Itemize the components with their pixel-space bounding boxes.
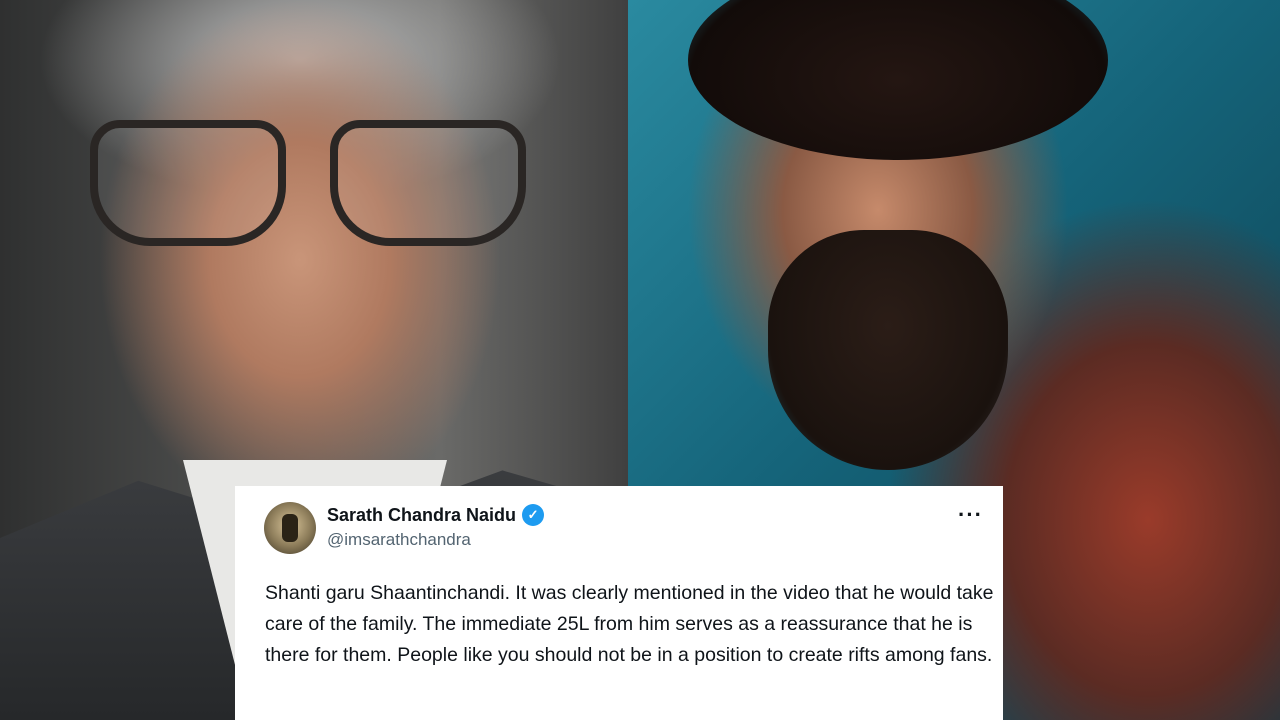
beard	[768, 230, 1008, 470]
name-row: Sarath Chandra Naidu ✓	[327, 504, 545, 526]
verified-badge-icon: ✓	[522, 504, 545, 526]
tweet-text: Shanti garu Shaantinchandi. It was clear…	[265, 582, 994, 666]
glasses	[70, 110, 550, 246]
hair	[688, 0, 1108, 160]
avatar[interactable]	[264, 502, 316, 554]
tweet-header: Sarath Chandra Naidu ✓ @imsarathchandra …	[251, 500, 987, 556]
display-name[interactable]: Sarath Chandra Naidu	[327, 505, 516, 526]
right-lens	[330, 120, 526, 246]
tweet-card[interactable]: Sarath Chandra Naidu ✓ @imsarathchandra …	[235, 486, 1003, 720]
more-options-icon[interactable]: ···	[958, 502, 983, 528]
left-lens	[90, 120, 286, 246]
user-handle[interactable]: @imsarathchandra	[327, 530, 471, 550]
